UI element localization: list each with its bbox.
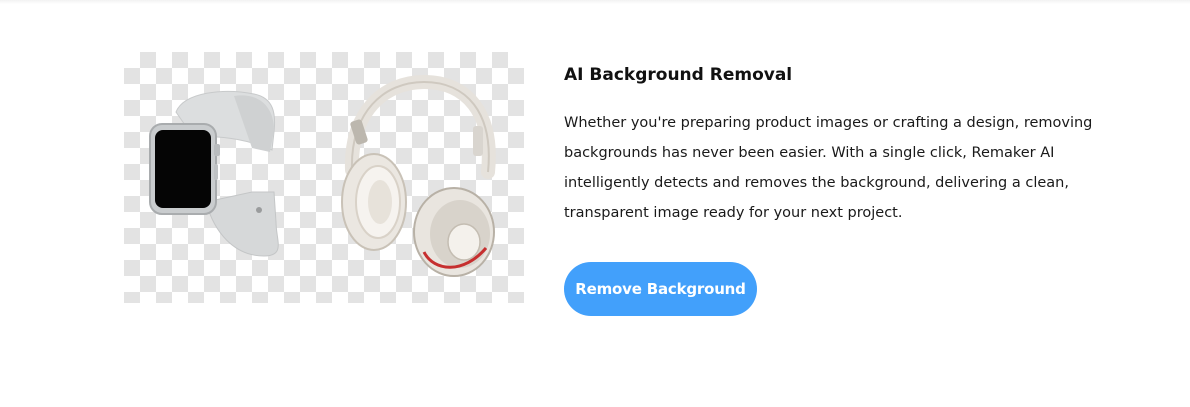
preview-illustration	[149, 74, 496, 277]
transparent-preview-image	[124, 52, 524, 303]
feature-description: Whether you're preparing product images …	[564, 115, 1093, 221]
feature-title: AI Background Removal	[564, 65, 793, 85]
remove-background-button[interactable]: Remove Background	[564, 262, 757, 316]
headphones-icon	[341, 74, 496, 277]
smartwatch-icon	[149, 90, 279, 257]
feature-section: AI Background Removal Whether you're pre…	[0, 0, 1190, 407]
feature-text: AI Background Removal Whether you're pre…	[564, 62, 1104, 228]
